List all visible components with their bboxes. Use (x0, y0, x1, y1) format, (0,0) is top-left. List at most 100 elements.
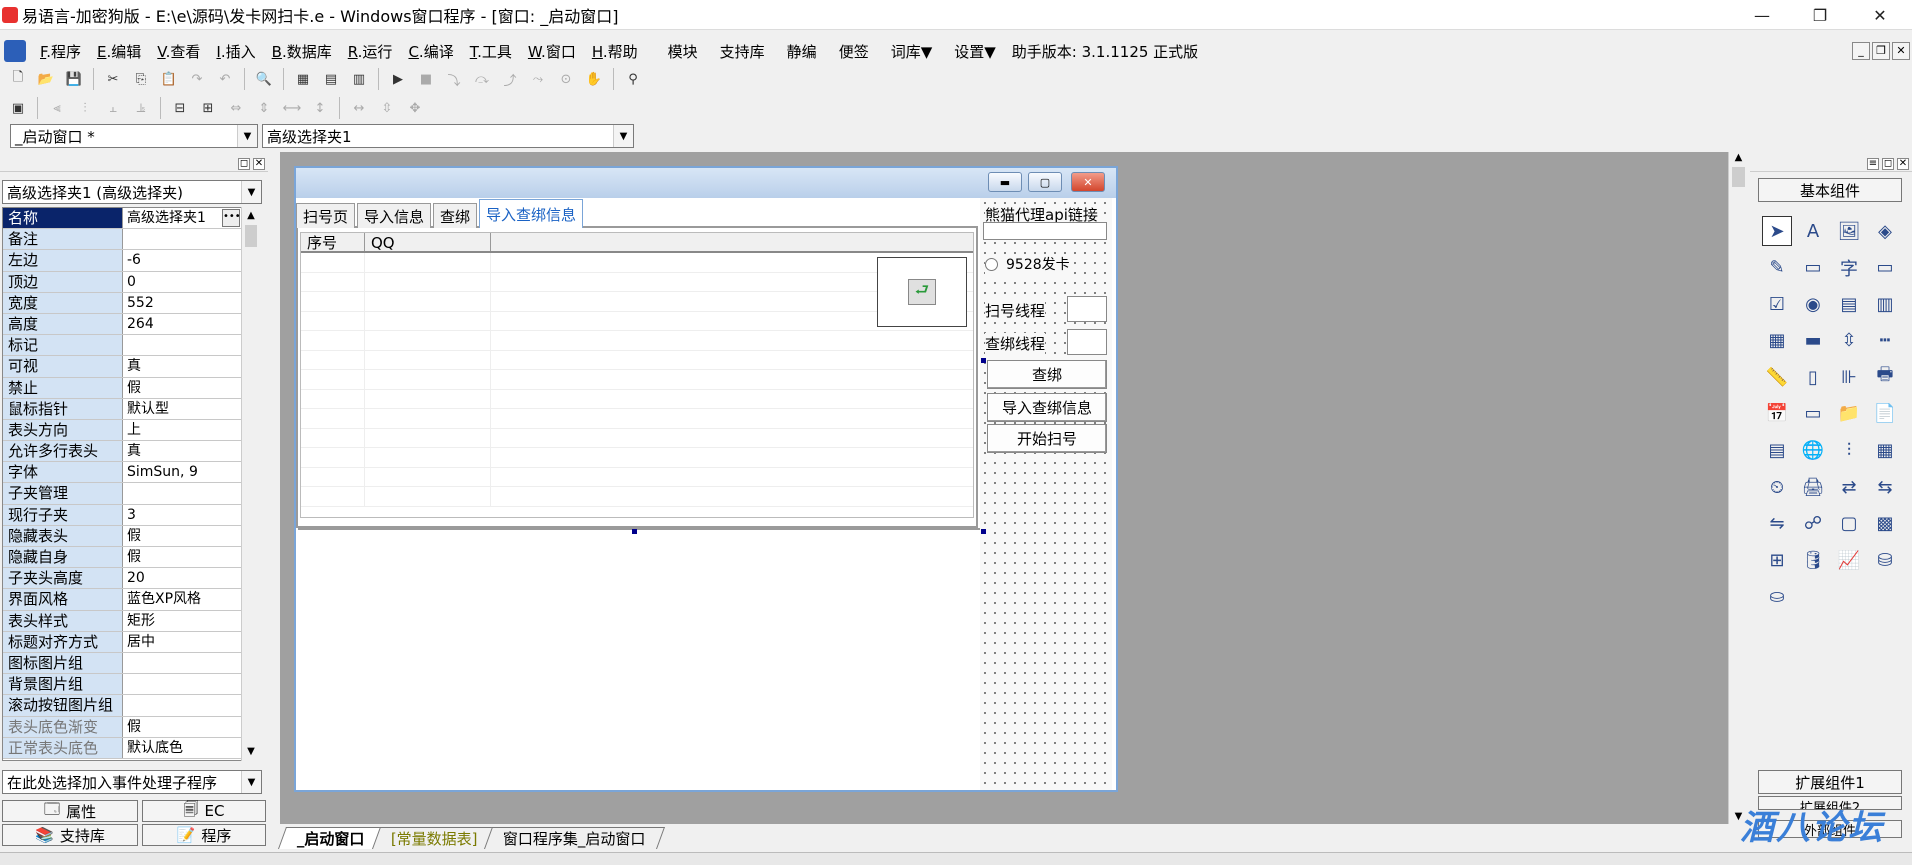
menu-notes[interactable]: 便签 (831, 41, 877, 62)
property-value[interactable]: 高级选择夹1 (123, 208, 221, 228)
property-row[interactable]: 可视真 (3, 356, 241, 378)
size-width-icon[interactable]: ↔ (347, 96, 371, 120)
ellipsis-icon[interactable]: ••• (222, 209, 241, 227)
minimize-button[interactable]: — (1734, 0, 1790, 30)
event-select[interactable]: 在此处选择加入事件处理子程序 ▼ (2, 770, 262, 794)
tab-start-window[interactable]: _启动窗口 (277, 827, 384, 849)
binoculars-icon[interactable]: ⚲ (621, 67, 645, 91)
property-value[interactable] (123, 695, 241, 715)
property-row[interactable]: 标题对齐方式 居中 (3, 631, 241, 653)
property-value[interactable]: 假 (123, 717, 241, 737)
property-row[interactable]: 子夹管理 (3, 483, 241, 505)
property-scrollbar[interactable]: ▲ ▼ (241, 207, 260, 761)
property-row[interactable]: 名称 高级选择夹1 ••• (3, 208, 241, 230)
find-icon[interactable]: 🔍 (252, 67, 276, 91)
panel-close-icon[interactable]: ✕ (253, 157, 265, 170)
scroll-bar-icon[interactable]: ⇳ (1834, 326, 1864, 356)
panel-close-icon[interactable]: ✕ (1897, 157, 1909, 170)
property-value[interactable]: 20 (123, 568, 241, 588)
image-box[interactable]: ⮐ (877, 257, 967, 327)
column-header-index[interactable]: 序号 (301, 233, 365, 252)
property-value[interactable]: 真 (123, 441, 241, 461)
property-row[interactable]: 现行子夹 3 (3, 504, 241, 526)
property-value[interactable]: 0 (123, 272, 241, 292)
property-row[interactable]: 鼠标指针 默认型 (3, 398, 241, 420)
edit-box-icon[interactable]: ✎ (1762, 253, 1792, 283)
property-value[interactable]: SimSun, 9 (123, 462, 241, 482)
center-vertical-icon[interactable]: ⊞ (196, 96, 220, 120)
property-row[interactable]: 允许多行表头真 (3, 441, 241, 463)
tab-window-assembly[interactable]: 窗口程序集_启动窗口 (484, 827, 665, 849)
object-select[interactable]: 高级选择夹1 (高级选择夹) ▼ (2, 180, 262, 204)
step-into-icon[interactable]: ⤵ (442, 67, 466, 91)
list-item[interactable] (301, 487, 973, 507)
form-maximize-icon[interactable]: ▢ (1028, 172, 1062, 192)
toolbar-icon[interactable]: ▤ (1762, 436, 1792, 466)
tree-icon[interactable]: ⊪ (1834, 362, 1864, 392)
menu-view[interactable]: V.查看 (149, 41, 208, 62)
slider-icon[interactable]: ┅ (1870, 326, 1900, 356)
list-item[interactable] (301, 370, 973, 390)
shape-icon[interactable]: ◈ (1870, 216, 1900, 246)
same-width-icon[interactable]: ⇔ (224, 96, 248, 120)
database-icon[interactable]: 🛢 (1798, 545, 1828, 575)
form-minimize-icon[interactable]: ▬ (988, 172, 1022, 192)
status-bar-icon[interactable]: ▭ (1798, 399, 1828, 429)
frame-icon[interactable]: ▢ (1834, 509, 1864, 539)
picture-icon[interactable]: 🖼 (1834, 216, 1864, 246)
menu-compile[interactable]: C.编译 (400, 41, 461, 62)
step-over-icon[interactable]: ⤼ (470, 67, 494, 91)
property-value[interactable]: 3 (123, 505, 241, 525)
group-box-icon[interactable]: ▭ (1798, 253, 1828, 283)
copy-icon[interactable]: ⎘ (129, 67, 153, 91)
design-scrollbar[interactable]: ▲ ▼ (1728, 152, 1748, 824)
size-height-icon[interactable]: ⇳ (375, 96, 399, 120)
step-out-icon[interactable]: ⤴ (498, 67, 522, 91)
menu-support-lib[interactable]: 支持库 (712, 41, 773, 62)
property-row[interactable]: 图标图片组 (3, 652, 241, 675)
ext-components-1[interactable]: 扩展组件1 (1758, 770, 1902, 794)
space-horizontal-icon[interactable]: ⟷ (280, 96, 304, 120)
data-source-icon[interactable]: ⇄ (1834, 472, 1864, 502)
property-row[interactable]: 禁止假 (3, 377, 241, 399)
property-row[interactable]: 子夹头高度 20 (3, 568, 241, 590)
property-value[interactable]: 默认型 (123, 399, 241, 419)
list-item[interactable] (301, 311, 973, 331)
redo-icon[interactable]: ↷ (185, 67, 209, 91)
odbc-icon[interactable]: ⛁ (1870, 545, 1900, 575)
scroll-up-icon[interactable]: ▲ (242, 207, 260, 225)
menu-run[interactable]: R.运行 (340, 41, 401, 62)
telnet-icon[interactable]: ☍ (1798, 509, 1828, 539)
property-row[interactable]: 左边 -6 (3, 250, 241, 272)
menu-tools[interactable]: T.工具 (462, 41, 520, 62)
property-row[interactable]: 界面风格 蓝色XP风格 (3, 589, 241, 611)
tab-ec[interactable]: 🗐 EC (142, 800, 266, 822)
layout-two-icon[interactable]: ▤ (319, 67, 343, 91)
selection-handle[interactable] (981, 529, 986, 534)
scroll-down-icon[interactable]: ▼ (242, 743, 260, 761)
property-value[interactable] (123, 335, 241, 355)
tab-support-lib[interactable]: 📚 支持库 (2, 824, 138, 846)
print-icon[interactable]: 🖨 (1798, 472, 1828, 502)
close-button[interactable]: ✕ (1852, 0, 1908, 30)
list-item[interactable] (301, 331, 973, 351)
undo-icon[interactable]: ↶ (213, 67, 237, 91)
selection-handle[interactable] (981, 358, 986, 363)
control-select[interactable]: 高级选择夹1 ▼ (262, 124, 634, 148)
property-value[interactable]: 默认底色 (123, 738, 241, 758)
clock-icon[interactable]: ⏲ (1762, 472, 1792, 502)
scroll-up-icon[interactable]: ▲ (1729, 152, 1748, 163)
document-icon[interactable]: 📄 (1870, 399, 1900, 429)
list-box-icon[interactable]: ▥ (1870, 289, 1900, 319)
globe-icon[interactable]: 🌐 (1798, 436, 1828, 466)
property-value[interactable]: -6 (123, 250, 241, 270)
basic-components-header[interactable]: 基本组件 (1758, 178, 1902, 202)
combo-box-icon[interactable]: ▤ (1834, 289, 1864, 319)
property-value[interactable] (123, 653, 241, 673)
chart-icon[interactable]: 📈 (1834, 545, 1864, 575)
import-check-bind-button[interactable]: 导入查绑信息 (987, 393, 1107, 422)
property-value[interactable] (123, 229, 241, 249)
selection-handle[interactable] (632, 529, 637, 534)
property-value[interactable]: 假 (123, 378, 241, 398)
property-value[interactable]: 假 (123, 547, 241, 567)
